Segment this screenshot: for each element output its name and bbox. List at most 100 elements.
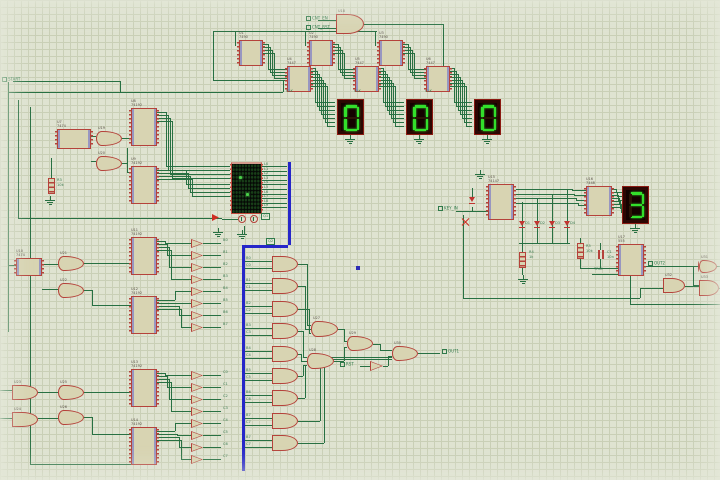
wire[interactable] (395, 126, 404, 128)
wire[interactable] (243, 261, 272, 263)
wire[interactable] (243, 424, 272, 426)
wire[interactable] (519, 243, 570, 245)
gate-or[interactable] (392, 346, 418, 361)
wire[interactable] (640, 288, 663, 290)
gate-buffer[interactable] (191, 383, 203, 392)
wire[interactable] (181, 440, 183, 459)
wire[interactable] (393, 83, 395, 122)
wire[interactable] (84, 263, 131, 265)
wire[interactable] (516, 193, 574, 195)
wire[interactable] (84, 392, 131, 394)
wire[interactable] (307, 264, 309, 325)
wire[interactable] (157, 309, 181, 311)
wire[interactable] (171, 411, 191, 413)
wire[interactable] (472, 188, 474, 197)
wire[interactable] (181, 309, 183, 327)
gate-xor[interactable] (697, 260, 717, 273)
gate-and[interactable] (272, 256, 298, 272)
wire[interactable] (373, 344, 380, 346)
gate-buffer[interactable] (191, 371, 203, 380)
gate-buffer[interactable] (191, 455, 203, 464)
wire[interactable] (165, 375, 191, 377)
wire[interactable] (203, 399, 221, 401)
wire[interactable] (171, 279, 191, 281)
wire[interactable] (203, 291, 221, 293)
wire[interactable] (243, 305, 272, 307)
gate-buffer[interactable] (191, 431, 203, 440)
ic-U13[interactable] (129, 369, 159, 407)
diode[interactable] (534, 221, 540, 229)
seven-segment-display[interactable] (622, 186, 649, 224)
ic-U8[interactable] (129, 108, 159, 146)
wire[interactable] (190, 192, 230, 194)
wire[interactable] (203, 255, 221, 257)
wire[interactable] (192, 179, 194, 196)
wire[interactable] (203, 327, 221, 329)
gate-and[interactable] (663, 278, 685, 293)
gate-buffer[interactable] (191, 311, 203, 320)
wire[interactable] (92, 434, 131, 436)
wire[interactable] (203, 243, 221, 245)
wire[interactable] (303, 365, 305, 376)
gate-buffer[interactable] (191, 395, 203, 404)
terminal-label[interactable]: OUT1 (442, 349, 459, 354)
wire[interactable] (592, 274, 618, 276)
wire[interactable] (325, 83, 327, 122)
wire[interactable] (179, 437, 181, 447)
wire[interactable] (630, 304, 720, 306)
gate-buffer[interactable] (191, 287, 203, 296)
wire[interactable] (552, 194, 554, 243)
wire[interactable] (222, 219, 238, 221)
wire[interactable] (18, 218, 222, 220)
gate-buffer[interactable] (191, 443, 203, 452)
probe-label[interactable]: Q2 (266, 238, 276, 245)
wire[interactable] (450, 86, 466, 88)
wire[interactable] (243, 373, 272, 375)
wire[interactable] (418, 353, 440, 355)
wire[interactable] (298, 309, 309, 311)
ic-U14[interactable] (129, 427, 159, 465)
gate-and[interactable] (272, 278, 298, 295)
gate-buffer[interactable] (191, 251, 203, 260)
wire[interactable] (693, 266, 695, 285)
wire[interactable] (157, 382, 171, 384)
wire[interactable] (516, 189, 572, 191)
wire[interactable] (243, 350, 272, 352)
ic-U2[interactable] (307, 40, 335, 66)
capacitor[interactable] (596, 250, 605, 259)
wire[interactable] (84, 417, 92, 419)
wire[interactable] (395, 86, 397, 126)
terminal-label[interactable]: RST (340, 362, 354, 367)
wire[interactable] (309, 309, 311, 333)
wire[interactable] (203, 387, 221, 389)
wire[interactable] (127, 148, 129, 166)
wire[interactable] (157, 303, 177, 305)
wire[interactable] (344, 329, 346, 341)
wire[interactable] (169, 399, 191, 401)
wire[interactable] (472, 207, 474, 211)
wire[interactable] (463, 298, 640, 300)
wire[interactable] (171, 382, 173, 411)
wire[interactable] (388, 356, 390, 366)
diode[interactable] (564, 221, 570, 229)
wire[interactable] (311, 83, 325, 85)
wire[interactable] (243, 447, 272, 449)
resistor[interactable] (519, 252, 526, 268)
transistor[interactable] (238, 215, 246, 223)
wire[interactable] (38, 418, 58, 420)
ground-symbol[interactable] (212, 228, 224, 238)
ic-U10[interactable] (14, 258, 44, 276)
wire[interactable] (203, 375, 221, 377)
wire[interactable] (324, 359, 326, 443)
bus[interactable] (242, 245, 245, 471)
wire[interactable] (170, 118, 172, 174)
wire[interactable] (188, 188, 230, 190)
gate-and[interactable] (12, 412, 38, 427)
wire[interactable] (157, 300, 175, 302)
gate-buffer[interactable] (191, 263, 203, 272)
wire[interactable] (327, 86, 329, 126)
wire[interactable] (274, 53, 276, 78)
wire[interactable] (522, 268, 524, 275)
bus[interactable] (242, 245, 288, 248)
terminal-label[interactable]: OUT2 (648, 261, 665, 266)
